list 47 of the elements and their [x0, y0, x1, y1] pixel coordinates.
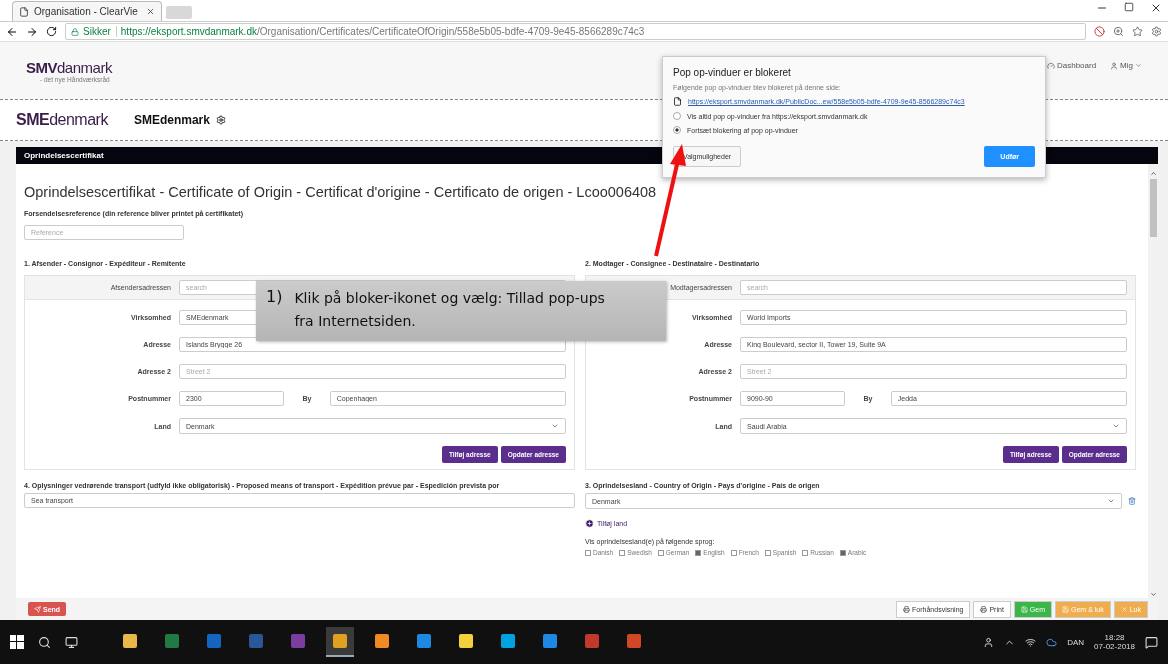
step-number: 1) — [266, 287, 283, 308]
page-icon — [673, 97, 682, 106]
search-icon[interactable] — [38, 635, 51, 649]
org-logo: SMEdenmark — [16, 111, 108, 129]
settings-icon[interactable] — [1151, 26, 1162, 37]
page-icon — [19, 6, 29, 17]
scroll-down-icon[interactable] — [1149, 591, 1157, 598]
gear-icon[interactable] — [215, 115, 226, 125]
windows-start-icon[interactable] — [10, 635, 24, 649]
instruction-text: Klik på bloker-ikonet og vælg: Tillad pop-ups fra Internetsiden. — [294, 289, 606, 331]
gauge-icon — [1046, 61, 1055, 70]
org-name: SMEdenmark — [133, 113, 210, 127]
nav-link[interactable]: Dashboard — [1046, 61, 1097, 70]
send-icon — [34, 605, 41, 613]
popup-blocked-icon[interactable] — [1094, 26, 1105, 37]
forward-icon[interactable] — [26, 25, 38, 38]
plus-icon — [585, 519, 594, 528]
caret-icon — [1112, 422, 1120, 430]
address-bar[interactable]: Sikker https://eksport.smvdanmark.dk/Organisation/Certificates/CertificateOfOrigin/558e5b05-bdfe-4709-9e45-8566289c74c3 — [65, 23, 1086, 40]
language-indicator[interactable]: DAN — [1067, 637, 1085, 647]
close-icon[interactable] — [146, 7, 155, 16]
nav-link[interactable]: Mig — [1110, 61, 1142, 70]
scrollbar-thumb[interactable] — [1149, 179, 1157, 237]
caret-icon — [551, 422, 559, 430]
cloud-icon[interactable] — [1046, 636, 1058, 648]
star-icon[interactable] — [1132, 26, 1143, 37]
lock-icon — [71, 27, 79, 36]
scroll-up-icon[interactable] — [1149, 170, 1157, 177]
back-icon[interactable] — [6, 25, 18, 38]
close-icon[interactable] — [1150, 2, 1162, 14]
people-icon[interactable] — [983, 636, 995, 648]
caret-icon — [1107, 497, 1115, 505]
notification-icon[interactable] — [1145, 635, 1158, 649]
close-icon — [1120, 605, 1128, 613]
browser-tab[interactable]: Organisation - ClearVie — [12, 1, 162, 21]
clock[interactable]: 18:28 07-02-2018 — [1094, 633, 1135, 651]
trash-icon[interactable] — [1128, 497, 1136, 505]
popup-title: Pop op-vinduer er blokeret — [673, 67, 792, 78]
page-title: Oprindelsescertifikat - Certificate of Origin - Certificat d'origine - Certificato de origen - Lcoo006408 — [24, 184, 658, 200]
maximize-icon[interactable] — [1124, 2, 1134, 12]
network-icon[interactable] — [1025, 636, 1037, 648]
zoom-icon[interactable] — [1113, 26, 1124, 37]
caret-icon — [1135, 62, 1142, 69]
site-logo[interactable]: SMVdanmark — [26, 58, 112, 76]
task-view-icon[interactable] — [65, 635, 78, 649]
user-icon — [1110, 61, 1119, 70]
reload-icon[interactable] — [46, 26, 57, 37]
